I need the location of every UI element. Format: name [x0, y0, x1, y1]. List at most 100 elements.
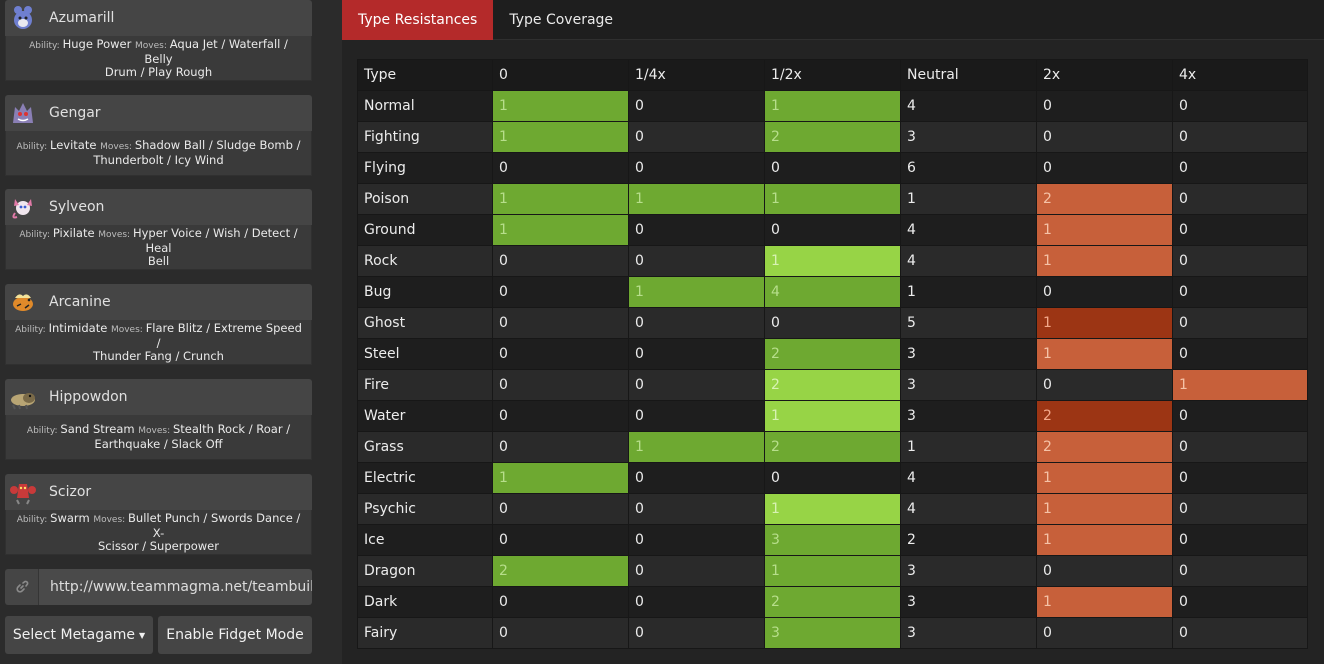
pokemon-card-sylveon[interactable]: Sylveon Ability: Pixilate Moves: Hyper Voi…: [5, 189, 312, 270]
ability-value: Levitate: [50, 138, 97, 152]
pokemon-card-gengar[interactable]: Gengar Ability: Levitate Moves: Shadow Bal…: [5, 95, 312, 176]
ability-label: Ability:: [29, 40, 60, 51]
table-row: Electric 1 0 0 4 1 0: [357, 462, 1308, 494]
value-cell: 0: [1172, 400, 1308, 432]
value-cell: 0: [492, 338, 629, 370]
value-cell: 1: [492, 121, 629, 153]
type-name-cell: Steel: [357, 338, 493, 370]
value-cell: 1: [764, 400, 901, 432]
azumarill-sprite-icon: [14, 6, 32, 29]
column-header: 2x: [1036, 59, 1173, 91]
pokemon-card-header[interactable]: Azumarill: [5, 0, 312, 36]
pokemon-card-header[interactable]: Hippowdon: [5, 379, 312, 415]
pokemon-card-scizor[interactable]: Scizor Ability: Swarm Moves: Bullet Punch …: [5, 474, 312, 555]
value-cell: 0: [1172, 462, 1308, 494]
pokemon-card-arcanine[interactable]: Arcanine Ability: Intimidate Moves: Flare …: [5, 284, 312, 365]
caret-down-icon: ▼: [138, 630, 146, 640]
value-cell: 0: [1172, 121, 1308, 153]
table-row: Steel 0 0 2 3 1 0: [357, 338, 1308, 370]
moves-value: Stealth Rock / Roar /: [173, 422, 291, 436]
pokemon-card-header[interactable]: Arcanine: [5, 284, 312, 320]
sylveon-sprite-icon: [12, 199, 32, 219]
tab-type-coverage[interactable]: Type Coverage: [493, 0, 629, 40]
value-cell: 4: [900, 90, 1037, 122]
pokemon-card-header[interactable]: Gengar: [5, 95, 312, 131]
pokemon-card-header[interactable]: Sylveon: [5, 189, 312, 225]
value-cell: 3: [764, 524, 901, 556]
value-cell: 0: [628, 524, 765, 556]
value-cell: 1: [1036, 307, 1173, 339]
value-cell: 0: [764, 152, 901, 184]
moves-label: Moves:: [98, 229, 131, 240]
type-name-cell: Psychic: [357, 493, 493, 525]
value-cell: 3: [900, 586, 1037, 618]
ability-label: Ability:: [26, 426, 58, 436]
table-body: Normal 1 0 1 4 0 0 Fighting 1 0 2 3 0 0 Flying 0 0 0 6 0 0 Po…: [357, 90, 1308, 649]
enable-fidget-mode-button[interactable]: Enable Fidget Mode: [158, 616, 312, 654]
type-name-cell: Bug: [357, 276, 493, 308]
value-cell: 2: [764, 338, 901, 370]
value-cell: 3: [900, 400, 1037, 432]
table-row: Dark 0 0 2 3 1 0: [357, 586, 1308, 618]
value-cell: 0: [1172, 214, 1308, 246]
value-cell: 1: [492, 462, 629, 494]
pokemon-card-hippowdon[interactable]: Hippowdon Ability: Sand Stream Moves: Stea…: [5, 379, 312, 460]
value-cell: 1: [492, 183, 629, 215]
type-name-cell: Electric: [357, 462, 493, 494]
table-row: Normal 1 0 1 4 0 0: [357, 90, 1308, 122]
value-cell: 0: [1172, 338, 1308, 370]
type-name-cell: Fairy: [357, 617, 493, 649]
team-url-input[interactable]: [39, 569, 312, 605]
value-cell: 2: [1036, 431, 1173, 463]
moves-label: Moves:: [110, 324, 143, 335]
value-cell: 4: [900, 493, 1037, 525]
value-cell: 0: [628, 214, 765, 246]
value-cell: 0: [1172, 524, 1308, 556]
value-cell: 3: [764, 617, 901, 649]
select-metagame-button[interactable]: Select Metagame ▼: [5, 616, 153, 654]
moves-value-cont: Earthquake / Slack Off: [94, 437, 223, 451]
tab-type-resistances[interactable]: Type Resistances: [342, 0, 494, 40]
pokemon-card-header[interactable]: Scizor: [5, 474, 312, 510]
value-cell: 0: [492, 431, 629, 463]
value-cell: 0: [1172, 245, 1308, 277]
value-cell: 1: [492, 90, 629, 122]
value-cell: 0: [1036, 617, 1173, 649]
value-cell: 1: [1036, 214, 1173, 246]
value-cell: 3: [900, 121, 1037, 153]
table-row: Psychic 0 0 1 4 1 0: [357, 493, 1308, 525]
moves-value: Flare Blitz / Extreme Speed /: [145, 320, 302, 350]
ability-label: Ability:: [19, 229, 50, 240]
value-cell: 0: [1172, 276, 1308, 308]
ability-value: Pixilate: [52, 225, 95, 240]
table-row: Dragon 2 0 1 3 0 0: [357, 555, 1308, 587]
value-cell: 0: [492, 586, 629, 618]
value-cell: 0: [628, 338, 765, 370]
value-cell: 0: [1172, 183, 1308, 215]
moves-label: Moves:: [100, 142, 132, 152]
value-cell: 2: [764, 369, 901, 401]
type-name-cell: Grass: [357, 431, 493, 463]
value-cell: 0: [492, 524, 629, 556]
pokemon-card-azumarill[interactable]: Azumarill Ability: Huge Power Moves: Aqua …: [5, 0, 312, 81]
value-cell: 0: [628, 400, 765, 432]
type-resistance-table: Type 0 1/4x 1/2x Neutral 2x 4x Normal 1 0 1…: [357, 59, 1308, 649]
pokemon-summary: Ability: Intimidate Moves: Flare Blitz / E…: [5, 320, 312, 365]
ability-value: Sand Stream: [60, 422, 135, 436]
table-row: Grass 0 1 2 1 2 0: [357, 431, 1308, 463]
value-cell: 0: [628, 307, 765, 339]
column-header: 1/2x: [764, 59, 901, 91]
moves-label: Moves:: [138, 426, 171, 436]
value-cell: 0: [628, 245, 765, 277]
type-name-cell: Dark: [357, 586, 493, 618]
pokemon-name: Gengar: [49, 105, 101, 121]
value-cell: 0: [492, 369, 629, 401]
type-name-cell: Rock: [357, 245, 493, 277]
pokemon-summary: Ability: Levitate Moves: Shadow Ball / Slu…: [5, 131, 312, 176]
resistance-table-container: Type 0 1/4x 1/2x Neutral 2x 4x Normal 1 0 1…: [357, 59, 1308, 649]
value-cell: 0: [1172, 617, 1308, 649]
value-cell: 1: [764, 183, 901, 215]
pokemon-name: Arcanine: [49, 294, 111, 310]
value-cell: 4: [900, 245, 1037, 277]
value-cell: 0: [492, 493, 629, 525]
